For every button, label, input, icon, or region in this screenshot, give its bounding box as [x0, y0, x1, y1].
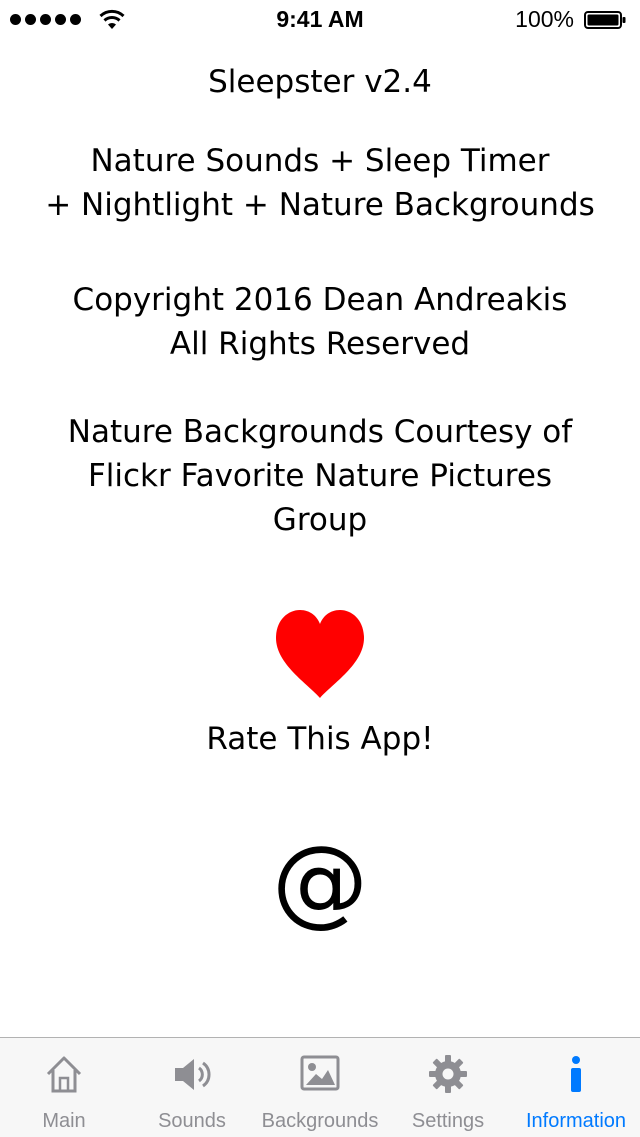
tab-information[interactable]: Information — [512, 1038, 640, 1137]
tab-settings-label: Settings — [411, 1110, 485, 1132]
home-icon — [46, 1056, 82, 1093]
picture-icon — [300, 1055, 340, 1091]
info-icon — [571, 1056, 581, 1092]
gear-icon — [429, 1055, 467, 1093]
tagline-line-2: + Nightlight + Nature Backgrounds — [45, 187, 595, 223]
tab-main-label: Main — [42, 1110, 86, 1132]
tab-main[interactable]: Main — [0, 1038, 128, 1137]
speaker-icon — [175, 1059, 211, 1090]
tab-bar: Main Sounds Backgrounds Settings Informa… — [0, 1037, 640, 1137]
battery-percentage: 100% — [515, 6, 574, 32]
tagline-line-1: Nature Sounds + Sleep Timer — [90, 143, 550, 179]
heart-icon[interactable] — [274, 608, 366, 700]
contact-email-button[interactable]: @ — [0, 826, 640, 936]
app-title: Sleepster v2.4 — [208, 64, 432, 100]
tab-settings[interactable]: Settings — [384, 1038, 512, 1137]
tab-information-label: Information — [525, 1110, 627, 1132]
tab-backgrounds-label: Backgrounds — [261, 1110, 379, 1132]
battery-icon — [584, 11, 626, 29]
credit-line-3: Group — [272, 502, 368, 538]
tab-sounds[interactable]: Sounds — [128, 1038, 256, 1137]
status-bar: 9:41 AM 100% — [0, 0, 640, 40]
rate-app-button[interactable]: Rate This App! — [0, 717, 640, 761]
credit-line-1: Nature Backgrounds Courtesy of — [67, 414, 573, 450]
tab-sounds-label: Sounds — [158, 1110, 226, 1132]
credit-line-2: Flickr Favorite Nature Pictures — [87, 458, 553, 494]
copyright-line-2: All Rights Reserved — [169, 326, 471, 362]
tab-backgrounds[interactable]: Backgrounds — [256, 1038, 384, 1137]
copyright-line-1: Copyright 2016 Dean Andreakis — [72, 282, 568, 318]
